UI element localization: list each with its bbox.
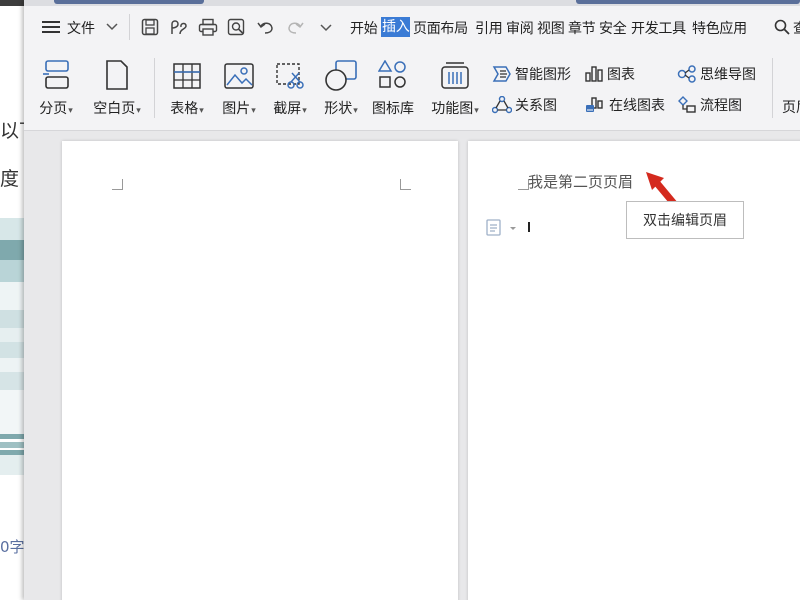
text-cursor (528, 222, 530, 232)
print-preview-icon[interactable] (227, 18, 247, 36)
file-menu-chevron-icon[interactable] (106, 23, 118, 31)
shape-caret-icon: ▾ (353, 106, 358, 116)
header-footer-label: 页眉 (782, 100, 800, 116)
shape-icon (325, 60, 357, 91)
search-label[interactable]: 查 (793, 18, 800, 38)
chart-button[interactable]: 图表 (584, 64, 635, 84)
tab-sections[interactable]: 章节 (568, 18, 596, 38)
page-break-caret-icon: ▾ (68, 106, 73, 116)
tab-insert[interactable]: 插入 (381, 17, 411, 37)
redo-icon[interactable] (286, 19, 304, 35)
table-caret-icon: ▾ (199, 106, 204, 116)
icon-library-label: 图标库 (372, 101, 414, 117)
flowchart-button[interactable]: 流程图 (677, 95, 742, 115)
smart-graphic-icon (492, 66, 511, 82)
relation-chart-label: 关系图 (515, 98, 557, 114)
save-icon[interactable] (141, 18, 159, 36)
screenshot-label: 截屏 (273, 101, 302, 117)
menu-bar: 文件 开始 插入 页面布局 引用 审阅 视图 章节 安全 开发工具 特色应用 (24, 6, 800, 48)
tab-references[interactable]: 引用 (475, 18, 503, 38)
blank-page-icon (106, 60, 128, 90)
mind-map-icon (677, 65, 696, 83)
function-chart-caret-icon: ▾ (474, 106, 479, 116)
icon-library-icon (378, 60, 406, 88)
page1-margin-corner-left (112, 179, 123, 190)
bg-wordcount: 0字 (0, 538, 24, 556)
function-chart-label: 功能图 (431, 101, 474, 117)
smart-graphic-button[interactable]: 智能图形 (492, 64, 571, 84)
bg-text-line2: 度 (0, 168, 20, 190)
shape-label: 形状 (324, 101, 353, 117)
background-window: 以下 度 0字 (0, 0, 24, 600)
quick-access-dropdown-icon[interactable] (320, 24, 332, 32)
wps-writer-window: 文件 开始 插入 页面布局 引用 审阅 视图 章节 安全 开发工具 特色应用 分… (24, 0, 800, 600)
flowchart-icon (678, 96, 696, 113)
table-label: 表格 (170, 101, 199, 117)
picture-label: 图片 (222, 101, 251, 117)
page-1[interactable] (62, 141, 458, 600)
paste-options-icon[interactable] (486, 219, 522, 237)
screenshot-icon (276, 63, 304, 89)
online-chart-label: 在线图表 (609, 98, 665, 114)
tab-view[interactable]: 视图 (537, 18, 565, 38)
tab-featured-apps[interactable]: 特色应用 (692, 18, 747, 38)
file-menu[interactable]: 文件 (67, 18, 95, 38)
mind-map-button[interactable]: 思维导图 (677, 64, 756, 84)
online-chart-icon (586, 97, 603, 112)
search-icon[interactable] (774, 19, 790, 35)
tab-page-layout[interactable]: 页面布局 (413, 18, 468, 38)
bar-chart-icon (585, 66, 603, 82)
bg-window-bar (0, 0, 24, 6)
flowchart-label: 流程图 (700, 98, 742, 114)
tab-review[interactable]: 审阅 (506, 18, 534, 38)
print-icon[interactable] (198, 18, 218, 36)
picture-icon (224, 63, 254, 89)
insert-ribbon: 分页▾ 空白页▾ 表格▾ 图片▾ 截屏▾ 形状▾ 图标库 功能图▾ 智能图形 图… (24, 48, 800, 131)
undo-icon[interactable] (257, 19, 275, 35)
bg-text-line1: 以下 (0, 120, 24, 142)
online-chart-button[interactable]: 在线图表 (584, 95, 665, 115)
table-icon (173, 63, 201, 89)
page-break-icon (43, 60, 69, 89)
export-pdf-icon[interactable] (169, 18, 189, 36)
relation-chart-button[interactable]: 关系图 (491, 95, 557, 115)
header-footer-button[interactable]: 页眉 (782, 97, 800, 117)
tab-developer-tools[interactable]: 开发工具 (631, 18, 686, 38)
tab-security[interactable]: 安全 (599, 18, 627, 38)
tab-start[interactable]: 开始 (350, 18, 378, 38)
picture-caret-icon: ▾ (251, 106, 256, 116)
page1-margin-corner-right (400, 179, 411, 190)
edit-header-tooltip: 双击编辑页眉 (626, 201, 744, 239)
function-chart-icon (441, 62, 469, 89)
mind-map-label: 思维导图 (700, 67, 756, 83)
blank-page-label: 空白页 (93, 101, 136, 117)
chart-label: 图表 (607, 67, 635, 83)
hamburger-menu-icon[interactable] (42, 20, 60, 34)
smart-graphic-label: 智能图形 (515, 67, 571, 83)
page-break-label: 分页 (39, 101, 68, 117)
screenshot-caret-icon: ▾ (302, 106, 307, 116)
relation-chart-icon (491, 95, 513, 114)
blank-page-caret-icon: ▾ (136, 106, 141, 116)
page2-header-text[interactable]: 我是第二页页眉 (528, 171, 633, 192)
